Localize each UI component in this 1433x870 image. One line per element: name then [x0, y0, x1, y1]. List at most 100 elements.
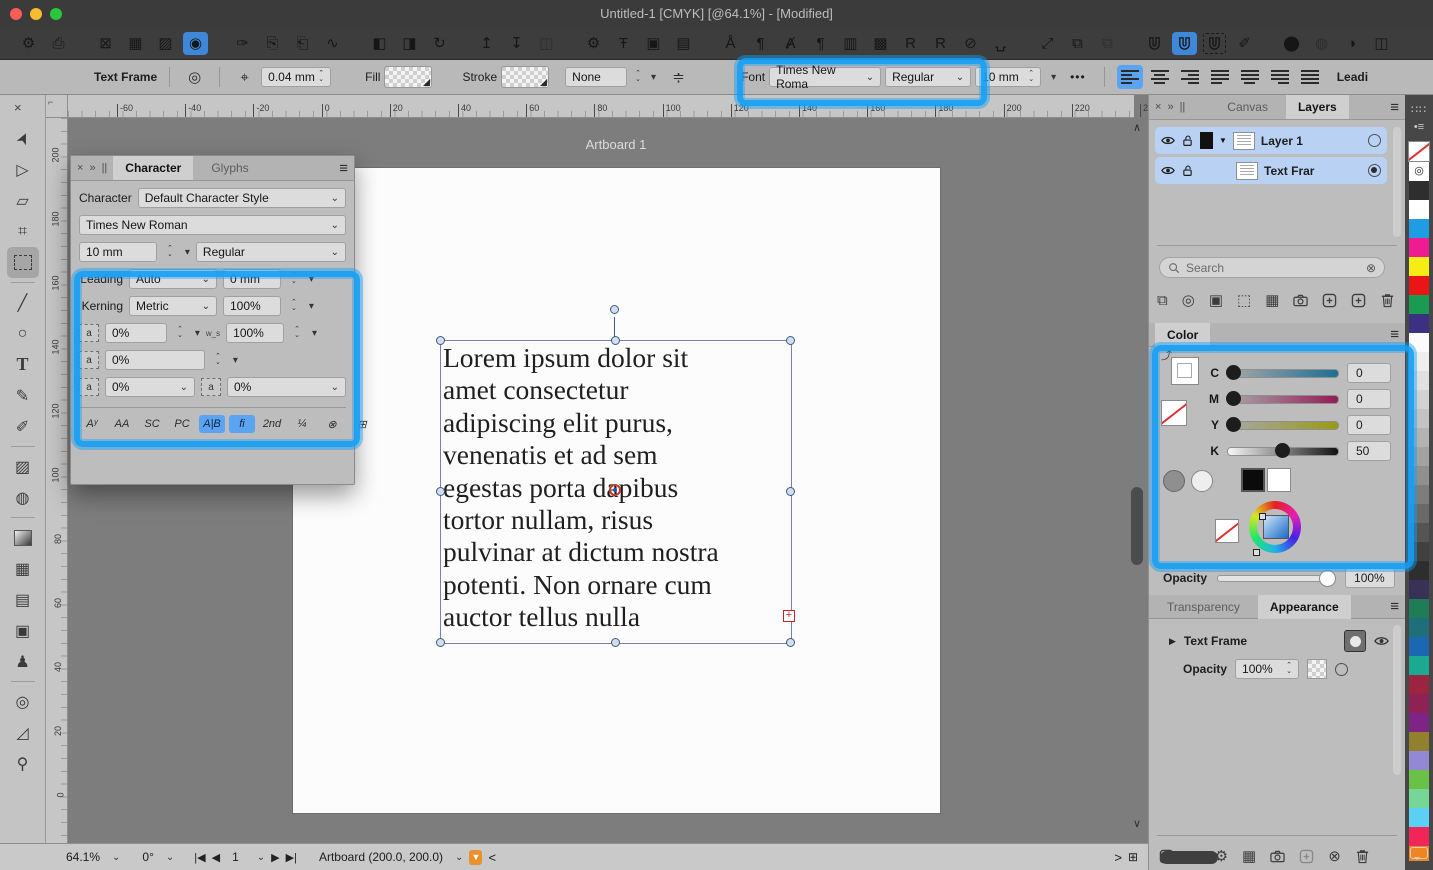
selection-handle[interactable] — [436, 336, 445, 345]
preflight-icon[interactable]: ▤ — [671, 32, 696, 55]
justify-center-icon[interactable] — [1237, 65, 1263, 89]
add-dim-icon[interactable] — [1299, 849, 1314, 864]
color-swatch[interactable] — [1409, 333, 1429, 352]
point-transform-icon[interactable]: ✐ — [1232, 32, 1257, 55]
dropdown-arrow-icon[interactable]: ▾ — [312, 328, 317, 339]
prev-page-icon[interactable]: ◀ — [212, 851, 220, 864]
color-swatch[interactable] — [1409, 485, 1429, 504]
layer-row-textframe[interactable]: Text Frar — [1155, 157, 1387, 184]
color-swatch[interactable] — [1409, 789, 1429, 808]
layer-row-layer1[interactable]: ▼ Layer 1 — [1155, 127, 1387, 154]
color-swatch[interactable] — [1409, 561, 1429, 580]
color-swatch[interactable] — [1409, 542, 1429, 561]
page-number[interactable]: 1 — [232, 850, 239, 864]
dropdown-arrow-icon[interactable]: ▾ — [309, 274, 314, 285]
wheel-handle[interactable] — [1259, 513, 1266, 520]
button-tool[interactable]: ▣ — [7, 615, 39, 646]
collapse-icon[interactable]: » — [1167, 101, 1173, 113]
panel-menu-icon[interactable]: ≡ — [1390, 598, 1399, 615]
channel-slider[interactable] — [1227, 369, 1339, 378]
color-swatch[interactable] — [1409, 827, 1429, 846]
transform-mode-icon[interactable]: ▣ — [641, 32, 666, 55]
add-layer-icon[interactable] — [1351, 293, 1366, 308]
baseline-input[interactable]: 0 mm — [223, 269, 281, 289]
font-style-select[interactable]: Regular⌄ — [885, 67, 971, 87]
corner-tool[interactable]: ◿ — [7, 717, 39, 748]
color-swatch[interactable] — [1409, 257, 1429, 276]
channel-slider[interactable] — [1227, 421, 1339, 430]
mesh-warp-tool[interactable]: ⌗ — [7, 216, 39, 247]
expand-stroke-icon[interactable]: ∿ — [320, 32, 345, 55]
fill-indicator[interactable] — [1171, 357, 1199, 385]
color-swatch[interactable] — [1409, 618, 1429, 637]
next-page-icon[interactable]: ▶ — [271, 851, 279, 864]
layer-effects-icon[interactable]: ▣ — [1209, 291, 1223, 309]
ruler-corner[interactable]: ⌐ — [46, 95, 68, 118]
disclosure-icon[interactable]: ▶ — [1169, 636, 1176, 647]
selection-handle[interactable] — [611, 336, 620, 345]
visibility-eye-icon[interactable] — [1161, 165, 1175, 176]
link-resource-icon[interactable]: ⧉ — [1065, 32, 1090, 55]
more-options-icon[interactable]: ••• — [1070, 70, 1086, 84]
swatch-none[interactable] — [1408, 141, 1430, 162]
pattern-tool[interactable]: ▤ — [7, 584, 39, 615]
channel-value[interactable]: 50 — [1347, 441, 1391, 461]
layer-name[interactable]: Layer 1 — [1261, 134, 1303, 148]
color-swatch[interactable] — [1409, 770, 1429, 789]
stroke-style-select[interactable]: None — [565, 67, 627, 87]
ellipse-tool[interactable]: ○ — [7, 318, 39, 349]
pilcrow-icon[interactable]: ¶ — [748, 32, 773, 55]
color-picker-tool[interactable]: ◎ — [7, 686, 39, 717]
app-settings-icon[interactable]: ⚙ — [16, 32, 41, 55]
justify-all-icon[interactable] — [1297, 65, 1323, 89]
close-icon[interactable]: × — [1155, 101, 1161, 113]
color-swatch[interactable] — [1409, 390, 1429, 409]
font-size-dropdown-icon[interactable]: ▾ — [1051, 72, 1056, 83]
color-swatch[interactable] — [1409, 580, 1429, 599]
delete-layer-icon[interactable] — [1380, 293, 1395, 308]
typography-icon[interactable]: Ŧ — [611, 32, 636, 55]
snapping-toggle-icon[interactable] — [1172, 32, 1197, 55]
collapse-left-icon[interactable]: < — [488, 850, 496, 865]
group-icon[interactable]: ◫ — [534, 32, 559, 55]
color-swatch[interactable] — [1409, 276, 1429, 295]
style-dropper-icon[interactable]: ✑ — [230, 32, 255, 55]
appearance-opacity-input[interactable]: 100%⌃⌄ — [1235, 659, 1299, 679]
channel-value[interactable]: 0 — [1347, 389, 1391, 409]
add-pixel-layer-icon[interactable] — [1322, 293, 1337, 308]
dropdown-arrow-icon[interactable]: ▾ — [651, 72, 656, 83]
small-caps-button[interactable]: SC — [139, 415, 165, 433]
visibility-eye-icon[interactable] — [1374, 635, 1389, 647]
rotation-handle[interactable] — [610, 305, 619, 314]
duplicate-layer-icon[interactable]: ⧉ — [1157, 292, 1168, 309]
stepper-icon[interactable]: ⌃⌄ — [177, 327, 183, 339]
text-frame-settings-icon[interactable]: ▥ — [838, 32, 863, 55]
boolean-divide-icon[interactable]: ◫ — [1369, 32, 1394, 55]
zoom-level-select[interactable]: 64.1% — [66, 850, 100, 864]
stepper-icon[interactable]: ⌃⌄ — [635, 71, 641, 83]
collapse-icon[interactable]: » — [89, 162, 95, 174]
color-swatch[interactable] — [1409, 808, 1429, 827]
ordinals-button[interactable]: 2nd — [259, 415, 285, 433]
tab-transparency[interactable]: Transparency — [1155, 595, 1252, 619]
color-swatch[interactable] — [1409, 428, 1429, 447]
ligatures-button[interactable]: fi — [229, 415, 255, 433]
justify-right-icon[interactable] — [1267, 65, 1293, 89]
add-feature-button[interactable]: ⊞ — [349, 415, 375, 433]
tab-canvas[interactable]: Canvas — [1215, 95, 1280, 119]
rotate-icon[interactable]: ↻ — [427, 32, 452, 55]
appearance-item-row[interactable]: ▶ Text Frame — [1169, 630, 1389, 652]
pilcrow-off-icon[interactable]: ¶ — [808, 32, 833, 55]
placeholder-hatch-icon[interactable]: ▨ — [153, 32, 178, 55]
color-swatch[interactable] — [1409, 219, 1429, 238]
color-swatch[interactable] — [1409, 675, 1429, 694]
kerning-select[interactable]: Metric⌄ — [129, 296, 217, 316]
rotation-select[interactable]: 0° — [142, 850, 153, 864]
studio-grid-icon[interactable]: ∷∷ — [1405, 103, 1433, 116]
opacity-slider[interactable] — [1217, 575, 1335, 582]
close-icon[interactable]: × — [77, 162, 83, 174]
pen-line-tool[interactable]: ╱ — [7, 287, 39, 318]
horizontal-scrollbar[interactable] — [1160, 851, 1218, 864]
color-swatch[interactable] — [1409, 599, 1429, 618]
font-size-input[interactable]: 10 mm — [79, 242, 157, 262]
